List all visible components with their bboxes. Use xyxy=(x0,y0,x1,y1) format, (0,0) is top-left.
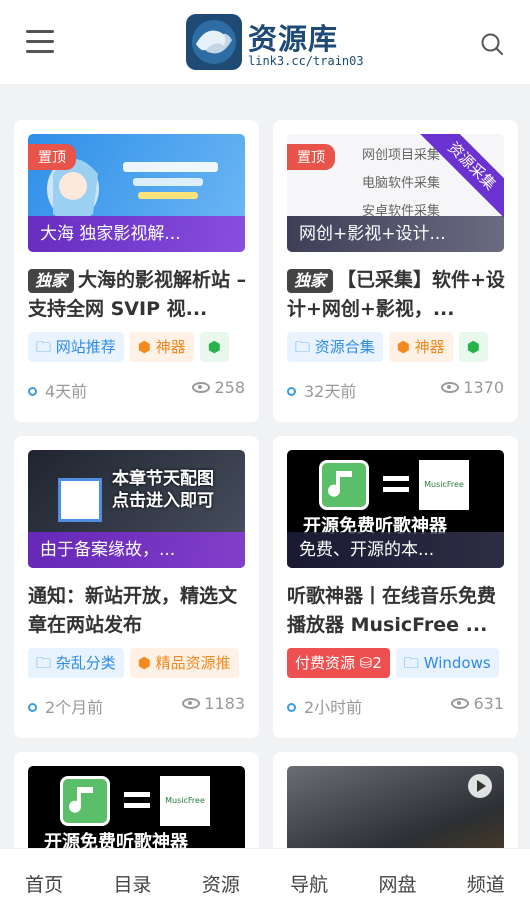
eye-icon xyxy=(192,382,211,393)
brand-box: MusicFree xyxy=(419,460,469,510)
post-card[interactable]: 网创项目采集 电脑软件采集 安卓软件采集 资源采集 置顶 网创+影视+设计...… xyxy=(273,120,518,422)
nav-item-channel[interactable]: 频道 xyxy=(442,849,530,920)
tag[interactable]: ⬢ xyxy=(199,332,229,362)
view-count: 1183 xyxy=(182,694,245,713)
post-meta: 2小时前 631 xyxy=(287,694,504,718)
tag-list: 🗀 资源合集 ⬢ 神器 ⬢ xyxy=(287,332,504,364)
exclusive-badge: 独家 xyxy=(287,269,334,293)
cube-icon: ⬢ xyxy=(137,338,156,356)
eye-icon xyxy=(441,382,460,393)
nav-item-navigation[interactable]: 导航 xyxy=(265,849,353,920)
qr-code-icon xyxy=(58,478,102,522)
pinned-badge: 置顶 xyxy=(28,144,76,170)
nav-item-netdisk[interactable]: 网盘 xyxy=(353,849,441,920)
nav-item-home[interactable]: 首页 xyxy=(0,849,88,920)
post-time: 4天前 xyxy=(28,378,87,402)
tag[interactable]: 🗀 Windows xyxy=(395,648,499,678)
thumbnail-caption: 网创+影视+设计... xyxy=(287,216,504,252)
cube-icon: ⬢ xyxy=(466,338,480,356)
tag[interactable]: 🗀 网站推荐 xyxy=(28,332,124,362)
thumbnail-caption: 由于备案缘故，... xyxy=(28,532,245,568)
post-title[interactable]: 独家 【已采集】软件+设计+网创+影视，... xyxy=(287,266,507,324)
search-icon[interactable] xyxy=(480,32,504,56)
post-card[interactable]: 置顶 大海 独家影视解... 独家 大海的影视解析站 – 支持全网 SVIP 视.… xyxy=(14,120,259,422)
clock-icon xyxy=(287,387,296,396)
music-app-icon xyxy=(319,460,369,510)
post-meta: 2个月前 1183 xyxy=(28,694,245,718)
coin-icon: ⛁ xyxy=(359,654,373,672)
post-meta: 4天前 258 xyxy=(28,378,245,402)
logo-badge-icon xyxy=(186,14,242,70)
music-app-icon xyxy=(60,776,110,826)
view-count: 631 xyxy=(451,694,504,713)
clock-icon xyxy=(28,387,37,396)
tag[interactable]: 付费资源 ⛁2 xyxy=(287,648,390,678)
logo-subtitle: link3.cc/train03 xyxy=(248,54,364,68)
post-card[interactable]: MusicFree 开源免费听歌神器 免费、开源的本... 听歌神器丨在线音乐免… xyxy=(273,436,518,738)
post-time: 2个月前 xyxy=(28,694,103,718)
thumbnail-caption: 大海 独家影视解... xyxy=(28,216,245,252)
thumbnail-list: 网创项目采集 电脑软件采集 安卓软件采集 xyxy=(362,148,441,219)
folder-icon: 🗀 xyxy=(36,654,56,672)
tag-list: 付费资源 ⛁2 🗀 Windows xyxy=(287,648,504,680)
tag-list: 🗀 网站推荐 ⬢ 神器 ⬢ xyxy=(28,332,245,364)
nav-item-catalog[interactable]: 目录 xyxy=(88,849,176,920)
thumbnail-caption: 免费、开源的本... xyxy=(287,532,504,568)
menu-icon[interactable] xyxy=(26,30,54,54)
tag[interactable]: ⬢ 精品资源推 xyxy=(129,648,239,678)
logo-title: 资源库 xyxy=(248,22,339,56)
post-title[interactable]: 听歌神器丨在线音乐免费播放器 MusicFree ... xyxy=(287,582,507,640)
tag[interactable]: ⬢ 神器 xyxy=(388,332,453,362)
site-logo[interactable]: 资源库 link3.cc/train03 xyxy=(186,14,364,72)
clock-icon xyxy=(28,703,37,712)
folder-icon: 🗀 xyxy=(403,654,424,672)
cube-icon: ⬢ xyxy=(207,338,221,356)
post-title[interactable]: 通知：新站开放，精选文章在两站发布 xyxy=(28,582,248,640)
post-card[interactable]: 本章节天配图 点击进入即可 由于备案缘故，... 通知：新站开放，精选文章在两站… xyxy=(14,436,259,738)
post-thumbnail[interactable]: MusicFree 开源免费听歌神器 免费、开源的本... xyxy=(287,450,504,568)
cube-icon: ⬢ xyxy=(137,654,156,672)
post-thumbnail[interactable]: 本章节天配图 点击进入即可 由于备案缘故，... xyxy=(28,450,245,568)
pinned-badge: 置顶 xyxy=(287,144,335,170)
equals-icon xyxy=(383,476,409,492)
thumbnail-overlay: 本章节天配图 点击进入即可 xyxy=(112,469,214,511)
brand-box: MusicFree xyxy=(160,776,210,826)
eye-icon xyxy=(451,698,470,709)
tag[interactable]: ⬢ 神器 xyxy=(129,332,194,362)
view-count: 258 xyxy=(192,378,245,397)
tag[interactable]: 🗀 资源合集 xyxy=(287,332,383,362)
post-meta: 32天前 1370 xyxy=(287,378,504,402)
view-count: 1370 xyxy=(441,378,504,397)
exclusive-badge: 独家 xyxy=(28,269,75,293)
cube-icon: ⬢ xyxy=(396,338,415,356)
bottom-navigation: 首页 目录 资源 导航 网盘 频道 xyxy=(0,848,530,920)
clock-icon xyxy=(287,703,296,712)
equals-icon xyxy=(124,792,150,808)
folder-icon: 🗀 xyxy=(36,338,56,356)
tag-list: 🗀 杂乱分类 ⬢ 精品资源推 xyxy=(28,648,245,680)
top-header: 资源库 link3.cc/train03 xyxy=(0,0,530,84)
eye-icon xyxy=(182,698,201,709)
post-time: 2小时前 xyxy=(287,694,362,718)
post-thumbnail[interactable]: 置顶 大海 独家影视解... xyxy=(28,134,245,252)
post-thumbnail[interactable]: 网创项目采集 电脑软件采集 安卓软件采集 资源采集 置顶 网创+影视+设计... xyxy=(287,134,504,252)
tag[interactable]: 🗀 杂乱分类 xyxy=(28,648,124,678)
post-title[interactable]: 独家 大海的影视解析站 – 支持全网 SVIP 视... xyxy=(28,266,248,324)
play-icon[interactable] xyxy=(468,774,492,798)
tag[interactable]: ⬢ xyxy=(458,332,488,362)
folder-icon: 🗀 xyxy=(295,338,315,356)
post-time: 32天前 xyxy=(287,378,356,402)
nav-item-resources[interactable]: 资源 xyxy=(177,849,265,920)
